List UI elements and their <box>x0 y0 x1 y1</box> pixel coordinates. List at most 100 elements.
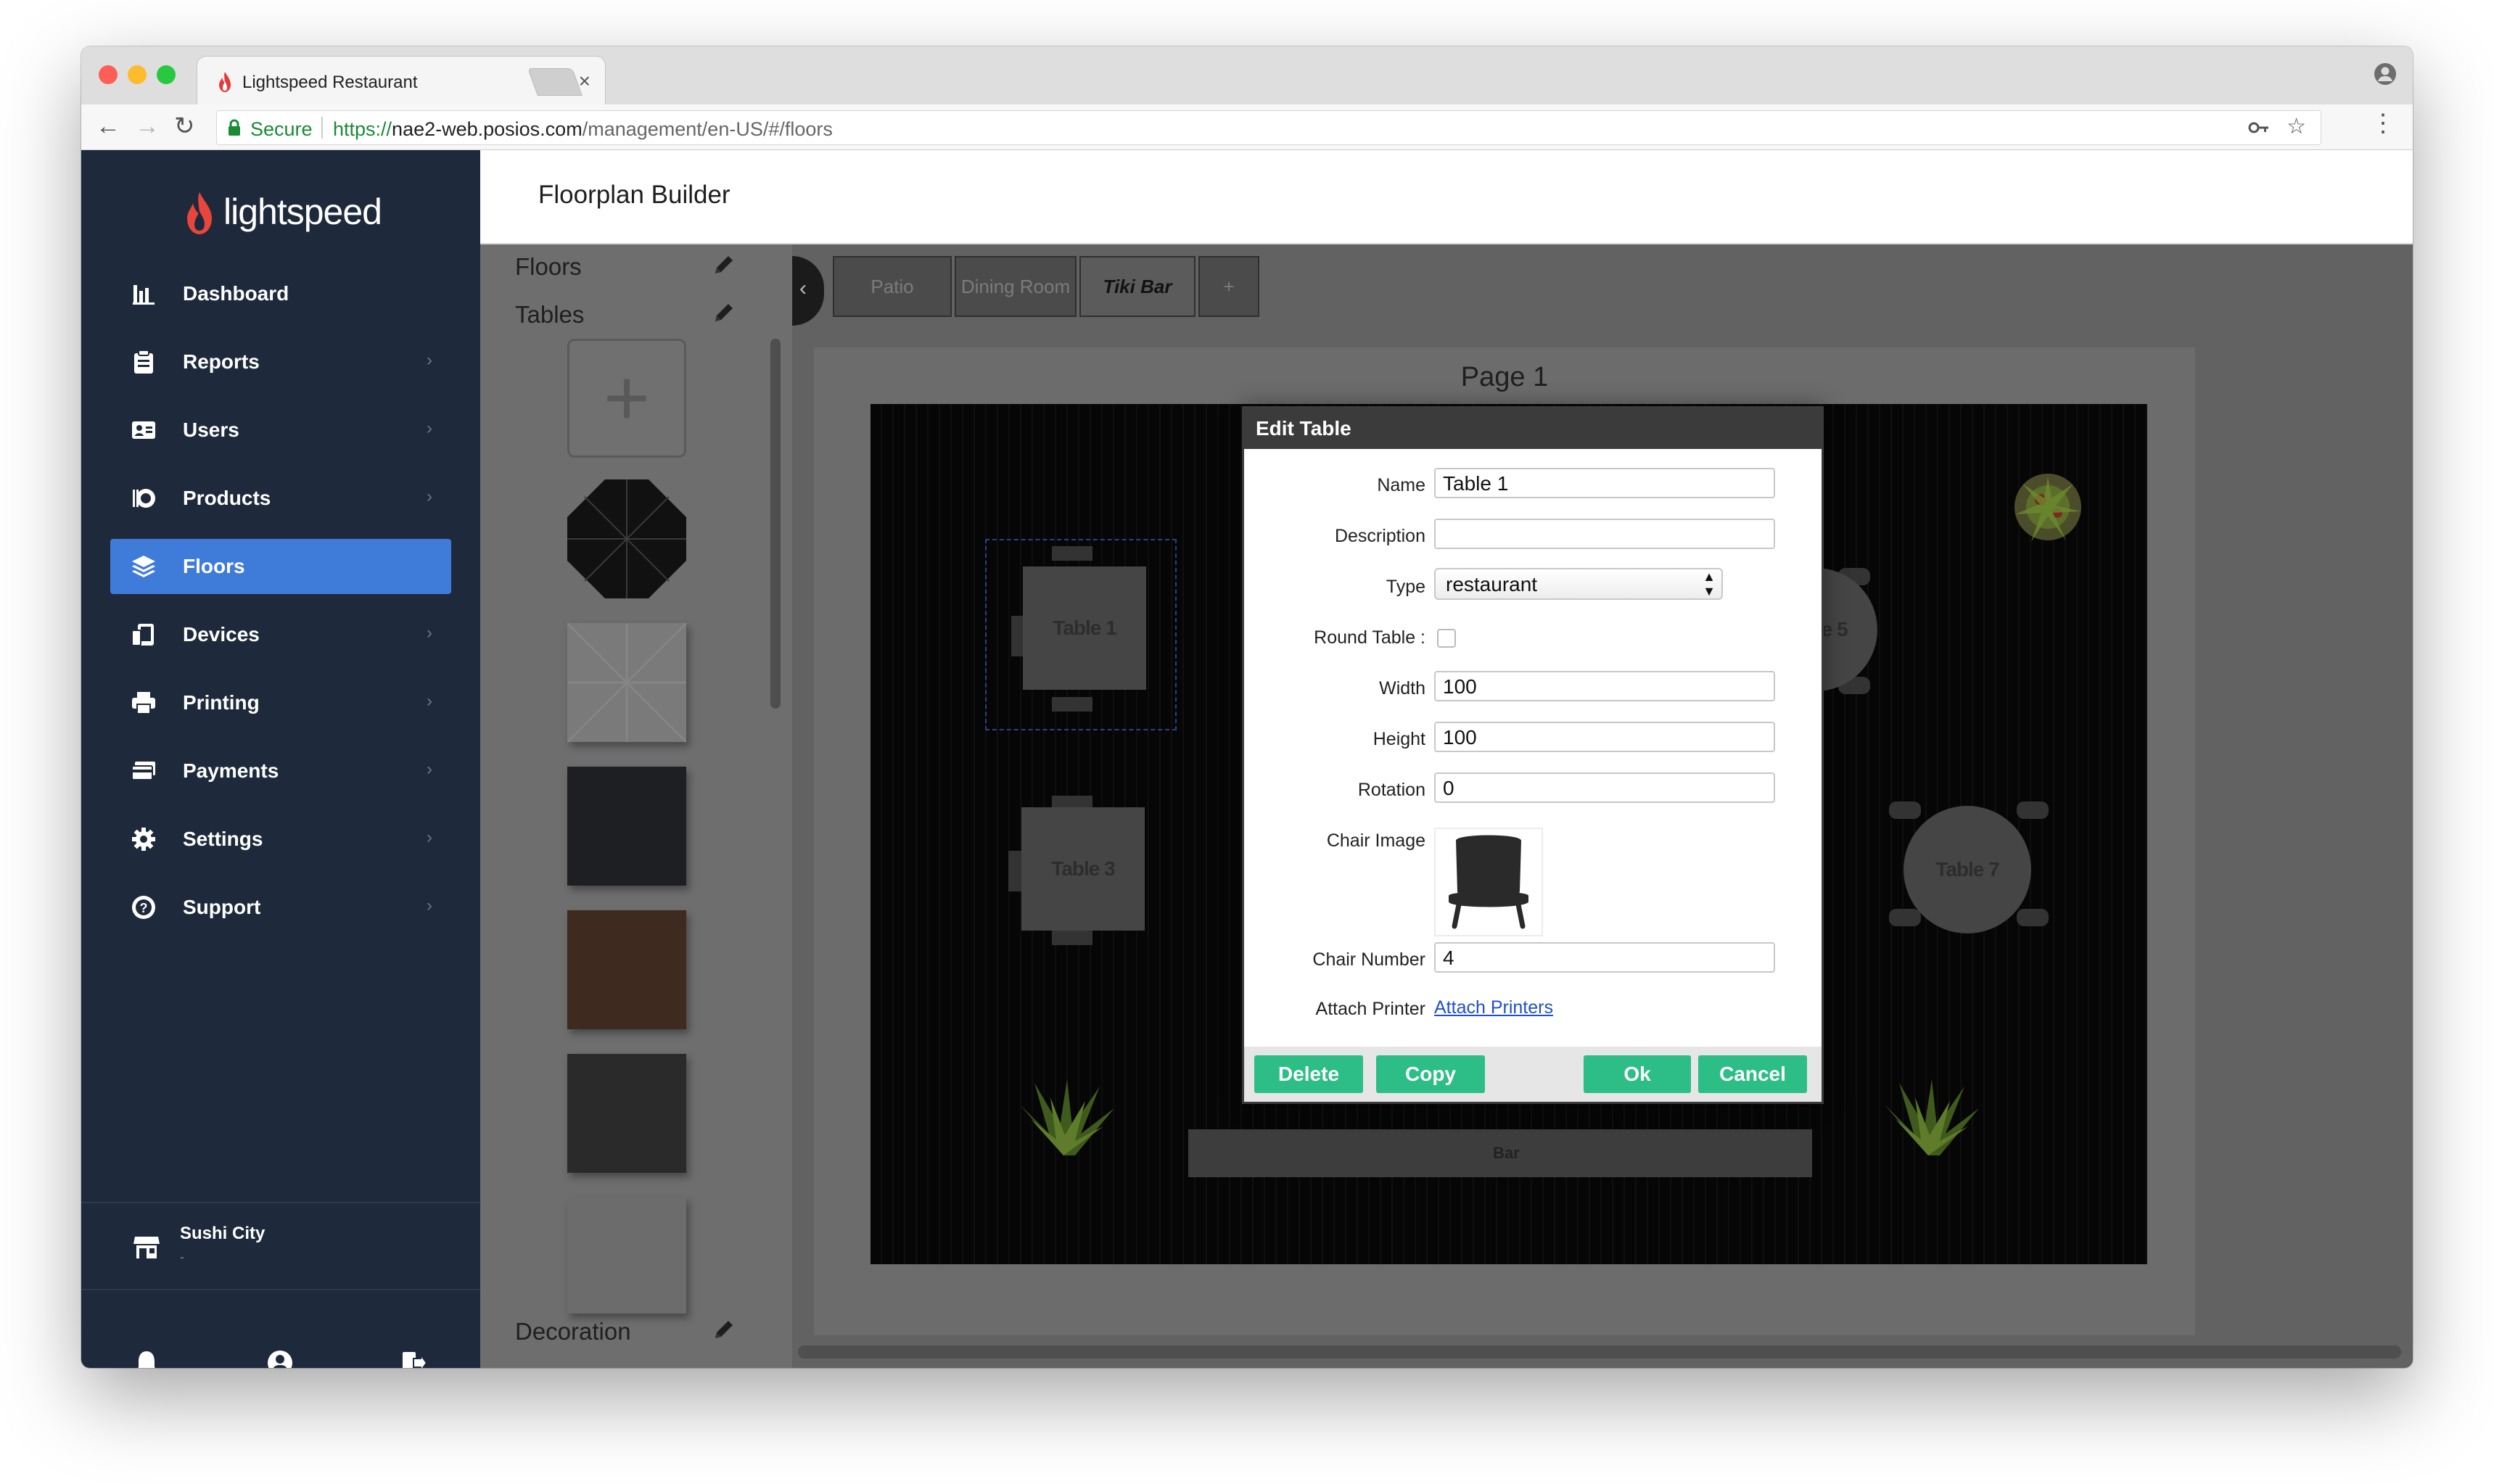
store-name[interactable]: Sushi City <box>180 1224 265 1244</box>
collapse-palette-button[interactable]: ‹ <box>792 256 824 326</box>
page-title: Floorplan Builder <box>538 181 730 209</box>
decoration-section-label[interactable]: Decoration <box>515 1318 631 1345</box>
browser-menu-icon[interactable]: ⋮ <box>2371 109 2395 138</box>
name-label: Name <box>1377 475 1425 495</box>
name-field[interactable]: Table 1 <box>1434 468 1775 498</box>
table-3[interactable]: Table 3 <box>1021 807 1145 931</box>
sidebar: lightspeed Dashboard Reports › Users › P… <box>81 150 480 1368</box>
floor-tab-patio[interactable]: Patio <box>833 256 952 317</box>
back-arrow-icon[interactable]: ← <box>96 112 120 141</box>
svg-text:?: ? <box>140 901 148 915</box>
sidebar-item-support[interactable]: ? Support › <box>110 880 451 935</box>
tab-title: Lightspeed Restaurant <box>242 73 418 92</box>
sidebar-divider <box>81 1289 480 1290</box>
chair <box>1052 697 1092 712</box>
sidebar-item-settings[interactable]: Settings › <box>110 812 451 867</box>
sidebar-item-reports[interactable]: Reports › <box>110 334 451 389</box>
pencil-icon[interactable] <box>711 1316 737 1343</box>
minimize-window-button[interactable] <box>128 65 147 84</box>
table-style-wood[interactable] <box>567 910 686 1029</box>
add-floor-button[interactable]: + <box>1198 256 1259 317</box>
bell-icon[interactable] <box>132 1348 161 1368</box>
sidebar-item-label: Payments <box>183 759 279 782</box>
attach-printer-label: Attach Printer <box>1315 999 1425 1019</box>
select-arrows-icon: ▲ ▼ <box>1703 569 1716 598</box>
maximize-window-button[interactable] <box>157 65 176 84</box>
width-field[interactable]: 100 <box>1434 671 1775 701</box>
help-icon: ? <box>132 896 155 919</box>
plant-icon[interactable] <box>1005 1076 1122 1163</box>
url-text[interactable]: https://nae2-web.posios.com/management/e… <box>333 118 833 141</box>
delete-button[interactable]: Delete <box>1254 1055 1363 1093</box>
sidebar-item-label: Users <box>183 419 239 441</box>
chair <box>2017 909 2049 926</box>
chair-icon <box>1449 835 1528 929</box>
attach-printers-link[interactable]: Attach Printers <box>1434 997 1553 1018</box>
lightspeed-flame-icon <box>187 192 212 234</box>
profile-icon[interactable] <box>2374 62 2397 86</box>
palette-scrollbar[interactable] <box>770 339 781 1368</box>
url-scheme: https:// <box>333 118 392 140</box>
close-window-button[interactable] <box>99 65 118 84</box>
bar-counter[interactable]: Bar <box>1188 1129 1812 1177</box>
sidebar-item-label: Products <box>183 487 271 509</box>
table-style-dark[interactable] <box>567 767 686 886</box>
plant-icon[interactable] <box>1870 1076 1986 1163</box>
user-account-icon[interactable] <box>266 1348 295 1368</box>
pencil-icon[interactable] <box>711 300 737 326</box>
round-table-checkbox[interactable] <box>1437 629 1456 648</box>
cancel-button[interactable]: Cancel <box>1698 1055 1807 1093</box>
sidebar-item-label: Dashboard <box>183 282 289 305</box>
description-field[interactable] <box>1434 519 1775 549</box>
floors-section-label[interactable]: Floors <box>515 253 582 281</box>
sidebar-item-users[interactable]: Users › <box>110 403 451 458</box>
chevron-right-icon: › <box>427 828 432 847</box>
type-select[interactable]: restaurant ▲ ▼ <box>1434 568 1723 600</box>
sidebar-item-dashboard[interactable]: Dashboard <box>110 266 451 321</box>
table-style-grey[interactable] <box>567 1197 686 1314</box>
page-header: Floorplan Builder <box>480 150 2413 244</box>
tables-section-label[interactable]: Tables <box>515 301 584 329</box>
ok-button[interactable]: Ok <box>1584 1055 1691 1093</box>
products-icon <box>133 489 155 508</box>
umbrella-icon <box>567 479 686 598</box>
sidebar-item-floors[interactable]: Floors <box>110 539 451 594</box>
element-palette: Floors Tables + Decoration <box>480 244 792 1368</box>
sidebar-item-devices[interactable]: Devices › <box>110 607 451 662</box>
chair-image-picker[interactable] <box>1434 828 1543 936</box>
palette-scroll-thumb[interactable] <box>770 339 781 709</box>
type-label: Type <box>1386 577 1425 597</box>
sidebar-item-printing[interactable]: Printing › <box>110 675 451 730</box>
sidebar-item-products[interactable]: Products › <box>110 471 451 526</box>
bookmark-star-icon[interactable]: ☆ <box>2287 114 2306 139</box>
reload-icon[interactable]: ↻ <box>174 112 195 141</box>
canvas-horizontal-scrollbar[interactable] <box>798 1345 2401 1359</box>
floor-tab-tiki-bar[interactable]: Tiki Bar <box>1079 256 1195 317</box>
store-icon[interactable] <box>132 1232 161 1261</box>
key-icon[interactable] <box>2248 120 2270 136</box>
chair <box>1052 546 1092 561</box>
floor-tab-dining-room[interactable]: Dining Room <box>955 256 1077 317</box>
table-1[interactable]: Table 1 <box>1023 566 1146 690</box>
height-field[interactable]: 100 <box>1434 722 1775 752</box>
table-style-charcoal[interactable] <box>567 1054 686 1173</box>
chevron-right-icon: › <box>427 623 432 643</box>
pencil-icon[interactable] <box>711 252 737 278</box>
tab-close-icon[interactable]: × <box>579 70 590 93</box>
dialog-header: Edit Table <box>1244 408 1822 449</box>
add-table-button[interactable]: + <box>567 339 686 458</box>
logout-icon[interactable] <box>399 1348 428 1368</box>
url-path: /management/en-US/#/floors <box>582 118 833 140</box>
potted-plant-icon[interactable] <box>2008 462 2088 556</box>
rotation-field[interactable]: 0 <box>1434 772 1775 803</box>
sidebar-item-payments[interactable]: Payments › <box>110 743 451 799</box>
table-style-umbrella[interactable] <box>567 479 686 598</box>
sidebar-divider <box>81 1202 480 1203</box>
table-7[interactable]: Table 7 <box>1904 806 2031 933</box>
browser-window: Lightspeed Restaurant × ← → ↻ Secure htt… <box>81 46 2413 1368</box>
chair-number-field[interactable]: 4 <box>1434 942 1775 973</box>
forward-arrow-icon[interactable]: → <box>135 112 160 141</box>
address-bar[interactable]: Secure https://nae2-web.posios.com/manag… <box>216 110 2321 145</box>
copy-button[interactable]: Copy <box>1376 1055 1485 1093</box>
table-style-light-umbrella[interactable] <box>566 622 688 743</box>
